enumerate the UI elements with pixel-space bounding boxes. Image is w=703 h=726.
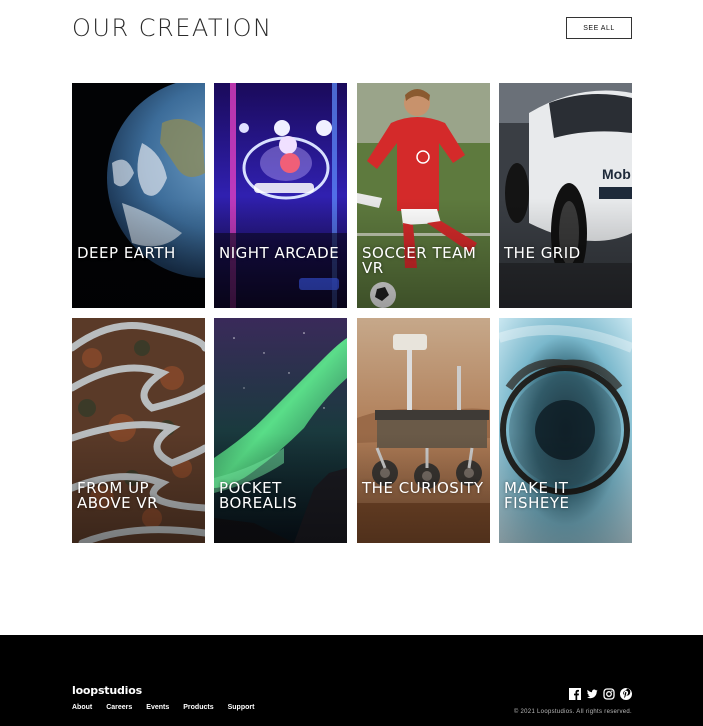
card-label: THE GRID	[504, 244, 581, 262]
footer: loopstudios About Careers Events Product…	[0, 635, 703, 726]
creation-card-deep-earth[interactable]: DEEP EARTH	[72, 83, 205, 308]
card-label: MAKE IT FISHEYE	[504, 479, 570, 512]
copyright-text: © 2021 Loopstudios. All rights reserved.	[513, 709, 632, 715]
card-label: SOCCER TEAM VR	[362, 244, 477, 277]
card-label: NIGHT ARCADE	[219, 244, 340, 262]
creation-card-pocket-borealis[interactable]: POCKET BOREALIS	[214, 318, 347, 543]
footer-nav: About Careers Events Products Support	[72, 704, 268, 711]
svg-text:Mob: Mob	[602, 166, 631, 182]
facebook-icon[interactable]	[569, 685, 581, 700]
footer-link-careers[interactable]: Careers	[106, 704, 132, 711]
creation-card-night-arcade[interactable]: NIGHT ARCADE	[214, 83, 347, 308]
creation-card-the-grid[interactable]: Mob THE GRID	[499, 83, 632, 308]
footer-link-support[interactable]: Support	[228, 704, 255, 711]
card-label: FROM UP ABOVE VR	[77, 479, 159, 512]
page-title: OUR CREATION	[72, 14, 273, 42]
creation-card-the-curiosity[interactable]: THE CURIOSITY	[357, 318, 490, 543]
instagram-icon[interactable]	[603, 685, 615, 700]
footer-link-events[interactable]: Events	[146, 704, 169, 711]
card-label: DEEP EARTH	[77, 244, 176, 262]
footer-link-products[interactable]: Products	[183, 704, 213, 711]
creation-card-from-up-above-vr[interactable]: FROM UP ABOVE VR	[72, 318, 205, 543]
card-label: THE CURIOSITY	[362, 479, 484, 497]
logo[interactable]: loopstudios	[72, 684, 142, 697]
creation-card-make-it-fisheye[interactable]: MAKE IT FISHEYE	[499, 318, 632, 543]
twitter-icon[interactable]	[586, 685, 598, 699]
footer-link-about[interactable]: About	[72, 704, 92, 711]
see-all-button[interactable]: SEE ALL	[566, 17, 632, 39]
creations-grid: DEEP EARTH NIGHT ARCADE SOCCER TEAM VR M…	[72, 83, 632, 543]
section-header: OUR CREATION SEE ALL	[72, 14, 632, 44]
pinterest-icon[interactable]	[620, 685, 632, 700]
creation-card-soccer-team-vr[interactable]: SOCCER TEAM VR	[357, 83, 490, 308]
card-label: POCKET BOREALIS	[219, 479, 298, 512]
social-links	[569, 685, 632, 700]
